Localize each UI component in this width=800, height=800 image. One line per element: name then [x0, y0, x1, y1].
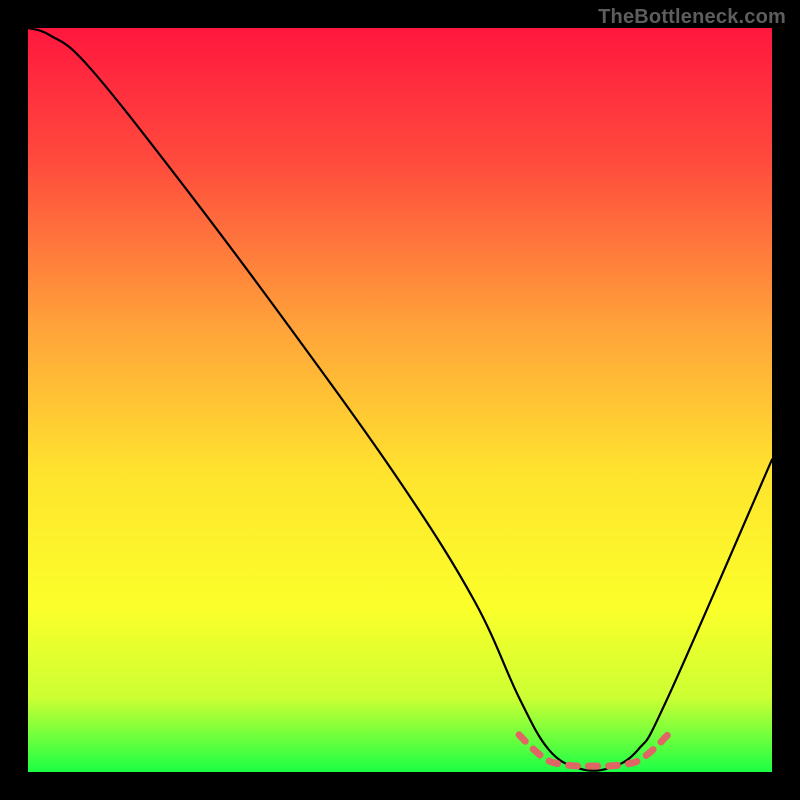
- watermark-text: TheBottleneck.com: [598, 6, 786, 29]
- chart-container: [28, 28, 772, 772]
- bottleneck-chart: [28, 28, 772, 772]
- gradient-background: [28, 28, 772, 772]
